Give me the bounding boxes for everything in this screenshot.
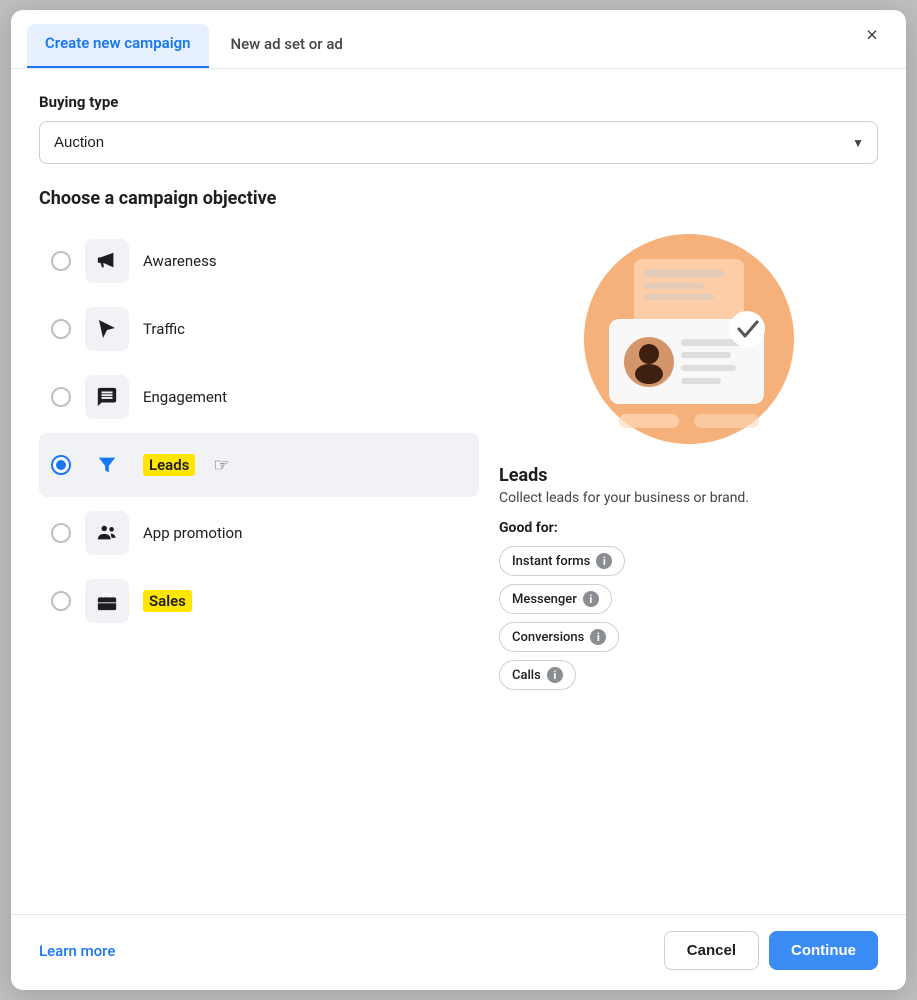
learn-more-link[interactable]: Learn more bbox=[39, 942, 115, 960]
modal-header: Create new campaign New ad set or ad × bbox=[11, 10, 906, 69]
good-for-label: Good for: bbox=[499, 520, 558, 536]
chat-icon bbox=[96, 386, 118, 408]
modal-footer: Learn more Cancel Continue bbox=[11, 914, 906, 990]
megaphone-icon bbox=[96, 250, 118, 272]
sales-label: Sales bbox=[143, 590, 192, 612]
tag-instant-forms: Instant forms i bbox=[499, 546, 625, 576]
radio-awareness bbox=[51, 251, 71, 271]
engagement-label: Engagement bbox=[143, 388, 227, 406]
tab-create-campaign[interactable]: Create new campaign bbox=[27, 24, 209, 68]
close-button[interactable]: × bbox=[854, 17, 890, 53]
detail-desc: Collect leads for your business or brand… bbox=[499, 490, 749, 506]
objective-list: Awareness Traffic bbox=[39, 229, 479, 898]
objective-item-leads[interactable]: Leads ☞ bbox=[39, 433, 479, 497]
tag-conversions: Conversions i bbox=[499, 622, 619, 652]
awareness-label: Awareness bbox=[143, 252, 217, 270]
objective-item-awareness[interactable]: Awareness bbox=[39, 229, 479, 293]
tags-list: Instant forms i Messenger i Conversions … bbox=[499, 546, 625, 690]
radio-traffic bbox=[51, 319, 71, 339]
cursor-pointer-icon: ☞ bbox=[213, 455, 229, 476]
traffic-label: Traffic bbox=[143, 320, 185, 338]
calls-label: Calls bbox=[512, 668, 541, 683]
leads-label: Leads bbox=[143, 454, 195, 476]
modal: Create new campaign New ad set or ad × B… bbox=[11, 10, 906, 990]
app-promotion-label: App promotion bbox=[143, 524, 242, 542]
continue-button[interactable]: Continue bbox=[769, 931, 878, 970]
tag-calls: Calls i bbox=[499, 660, 576, 690]
objective-item-engagement[interactable]: Engagement bbox=[39, 365, 479, 429]
instant-forms-info-icon[interactable]: i bbox=[596, 553, 612, 569]
people-icon bbox=[96, 522, 118, 544]
modal-body: Buying type Auction Reach and Frequency … bbox=[11, 69, 906, 914]
buying-type-select-wrapper: Auction Reach and Frequency ▼ bbox=[39, 121, 878, 164]
conversions-info-icon[interactable]: i bbox=[590, 629, 606, 645]
traffic-icon-box bbox=[85, 307, 129, 351]
buying-type-label: Buying type bbox=[39, 93, 878, 111]
tag-messenger: Messenger i bbox=[499, 584, 612, 614]
footer-buttons: Cancel Continue bbox=[664, 931, 878, 970]
messenger-label: Messenger bbox=[512, 592, 577, 607]
illustration-svg bbox=[579, 229, 799, 449]
awareness-icon-box bbox=[85, 239, 129, 283]
engagement-icon-box bbox=[85, 375, 129, 419]
objective-content: Awareness Traffic bbox=[39, 229, 878, 898]
filter-icon bbox=[96, 454, 118, 476]
objective-item-app-promotion[interactable]: App promotion bbox=[39, 501, 479, 565]
cancel-button[interactable]: Cancel bbox=[664, 931, 759, 970]
calls-info-icon[interactable]: i bbox=[547, 667, 563, 683]
instant-forms-label: Instant forms bbox=[512, 554, 590, 569]
radio-engagement bbox=[51, 387, 71, 407]
radio-sales bbox=[51, 591, 71, 611]
objective-detail: Leads Collect leads for your business or… bbox=[499, 229, 878, 898]
objective-item-traffic[interactable]: Traffic bbox=[39, 297, 479, 361]
app-promotion-icon-box bbox=[85, 511, 129, 555]
leads-icon-box bbox=[85, 443, 129, 487]
briefcase-icon bbox=[96, 590, 118, 612]
detail-title: Leads bbox=[499, 465, 547, 486]
messenger-info-icon[interactable]: i bbox=[583, 591, 599, 607]
tab-new-ad-set[interactable]: New ad set or ad bbox=[213, 25, 361, 67]
conversions-label: Conversions bbox=[512, 630, 584, 645]
objective-title: Choose a campaign objective bbox=[39, 188, 878, 209]
sales-icon-box bbox=[85, 579, 129, 623]
leads-illustration bbox=[579, 229, 799, 449]
buying-type-select[interactable]: Auction Reach and Frequency bbox=[39, 121, 878, 164]
objective-item-sales[interactable]: Sales bbox=[39, 569, 479, 633]
radio-leads bbox=[51, 455, 71, 475]
radio-app-promotion bbox=[51, 523, 71, 543]
cursor-icon bbox=[97, 318, 117, 340]
